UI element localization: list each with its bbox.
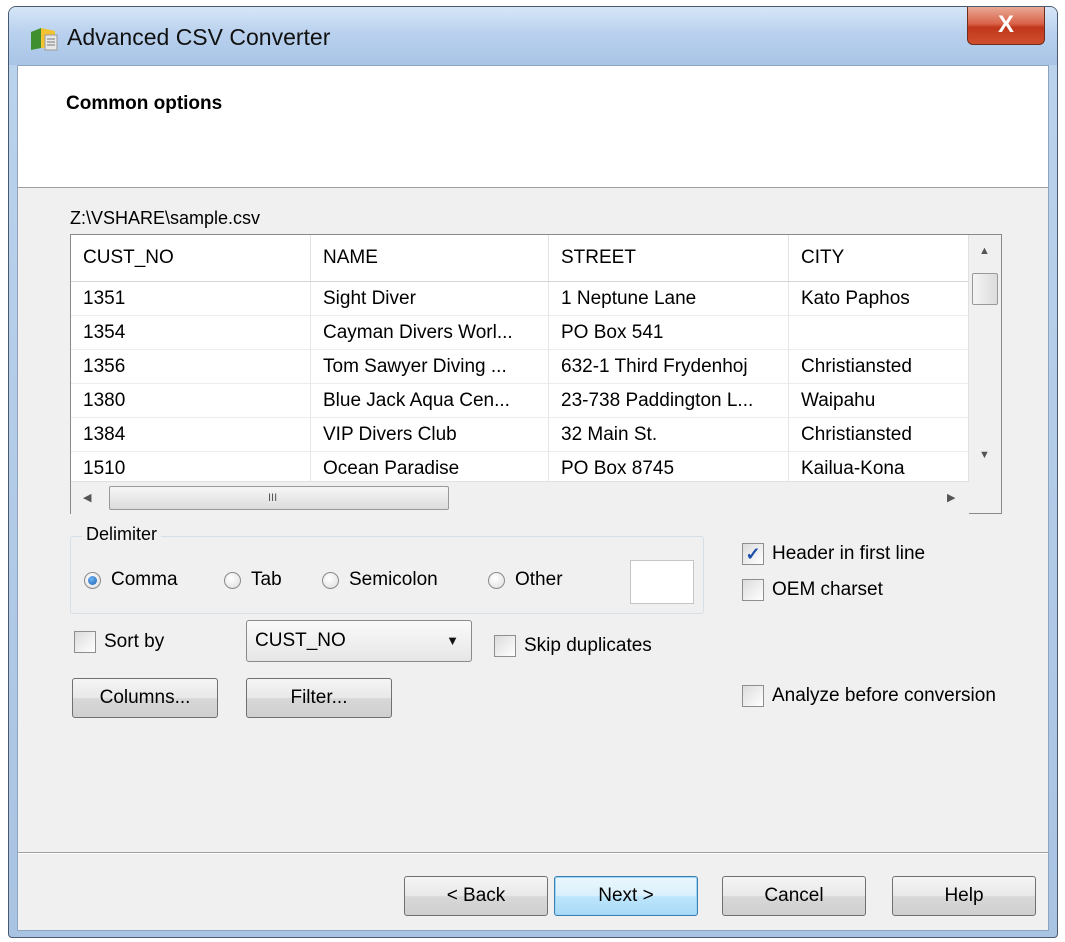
analyze-label: Analyze before conversion <box>772 685 996 706</box>
radio-semicolon-label: Semicolon <box>349 569 438 590</box>
sort-by-checkbox[interactable]: Sort by <box>74 628 164 656</box>
radio-comma[interactable]: Comma <box>84 566 178 594</box>
columns-button[interactable]: Columns... <box>72 678 218 718</box>
radio-comma-label: Comma <box>111 569 178 590</box>
radio-tab-label: Tab <box>251 569 282 590</box>
table-row[interactable]: 1384 VIP Divers Club 32 Main St. Christi… <box>71 418 969 452</box>
title-bar[interactable]: Advanced CSV Converter X <box>9 7 1057 65</box>
cell-name[interactable]: Blue Jack Aqua Cen... <box>311 384 549 418</box>
analyze-checkbox[interactable]: Analyze before conversion <box>742 682 996 710</box>
cell-street[interactable]: 632-1 Third Frydenhoj <box>549 350 789 384</box>
cell-city[interactable]: Kato Paphos <box>789 282 969 316</box>
sort-by-value: CUST_NO <box>255 630 346 651</box>
radio-selected-icon[interactable] <box>84 571 101 589</box>
radio-semicolon[interactable]: Semicolon <box>322 566 438 594</box>
table-row[interactable]: 1354 Cayman Divers Worl... PO Box 541 <box>71 316 969 350</box>
skip-duplicates-checkbox[interactable]: Skip duplicates <box>494 632 652 660</box>
cell-street[interactable]: 23-738 Paddington L... <box>549 384 789 418</box>
header-panel: Common options <box>18 66 1048 188</box>
scroll-up-arrow-icon[interactable]: ▲ <box>979 245 990 257</box>
cell-cust-no[interactable]: 1354 <box>71 316 311 350</box>
cell-name[interactable]: VIP Divers Club <box>311 418 549 452</box>
header-first-line-checkbox[interactable]: ✓ Header in first line <box>742 540 925 568</box>
cell-cust-no[interactable]: 1351 <box>71 282 311 316</box>
cell-city[interactable]: Waipahu <box>789 384 969 418</box>
dialog-body: Common options Z:\VSHARE\sample.csv CUST… <box>17 65 1049 931</box>
skip-duplicates-label: Skip duplicates <box>524 635 652 656</box>
checkbox-icon[interactable] <box>74 631 96 653</box>
grid-header: CUST_NO NAME STREET CITY <box>71 235 969 282</box>
footer-divider <box>18 852 1048 854</box>
cell-city[interactable]: Kailua-Kona <box>789 452 969 482</box>
cell-cust-no[interactable]: 1510 <box>71 452 311 482</box>
vertical-scroll-thumb[interactable] <box>972 273 998 305</box>
horizontal-scroll-thumb[interactable]: III <box>109 486 449 510</box>
sort-by-select[interactable]: CUST_NO ▼ <box>246 620 472 662</box>
radio-other-label: Other <box>515 569 563 590</box>
horizontal-scrollbar[interactable]: ◀ III ▶ <box>71 481 969 514</box>
radio-icon[interactable] <box>224 571 241 589</box>
column-header-cust-no[interactable]: CUST_NO <box>71 235 311 281</box>
scroll-grip: III <box>268 492 278 504</box>
app-window: Advanced CSV Converter X Common options … <box>8 6 1058 938</box>
grid-rows: 1351 Sight Diver 1 Neptune Lane Kato Pap… <box>71 282 969 482</box>
checkbox-icon[interactable] <box>742 579 764 601</box>
help-button[interactable]: Help <box>892 876 1036 916</box>
window-title: Advanced CSV Converter <box>67 24 331 50</box>
cell-cust-no[interactable]: 1384 <box>71 418 311 452</box>
column-header-city[interactable]: CITY <box>789 235 969 281</box>
checkbox-icon[interactable] <box>494 635 516 657</box>
sort-by-label: Sort by <box>104 631 165 652</box>
filter-button[interactable]: Filter... <box>246 678 392 718</box>
cell-name[interactable]: Sight Diver <box>311 282 549 316</box>
next-button[interactable]: Next > <box>554 876 698 916</box>
scroll-left-arrow-icon[interactable]: ◀ <box>83 491 91 504</box>
cell-street[interactable]: 32 Main St. <box>549 418 789 452</box>
cell-cust-no[interactable]: 1380 <box>71 384 311 418</box>
scroll-corner <box>969 481 1001 513</box>
chevron-down-icon[interactable]: ▼ <box>446 621 459 661</box>
table-row[interactable]: 1351 Sight Diver 1 Neptune Lane Kato Pap… <box>71 282 969 316</box>
cell-city[interactable]: Christiansted <box>789 418 969 452</box>
page-title: Common options <box>66 93 223 114</box>
cell-city[interactable]: Christiansted <box>789 350 969 384</box>
close-icon[interactable]: X <box>998 11 1014 38</box>
cell-city[interactable] <box>789 316 969 350</box>
radio-tab[interactable]: Tab <box>224 566 282 594</box>
back-button[interactable]: < Back <box>404 876 548 916</box>
cell-name[interactable]: Tom Sawyer Diving ... <box>311 350 549 384</box>
cell-street[interactable]: PO Box 8745 <box>549 452 789 482</box>
checkbox-icon[interactable] <box>742 685 764 707</box>
cell-cust-no[interactable]: 1356 <box>71 350 311 384</box>
column-header-street[interactable]: STREET <box>549 235 789 281</box>
radio-other[interactable]: Other <box>488 566 563 594</box>
radio-icon[interactable] <box>488 571 505 589</box>
oem-charset-checkbox[interactable]: OEM charset <box>742 576 883 604</box>
scroll-right-arrow-icon[interactable]: ▶ <box>947 491 955 504</box>
file-path-label: Z:\VSHARE\sample.csv <box>70 208 261 228</box>
table-row[interactable]: 1356 Tom Sawyer Diving ... 632-1 Third F… <box>71 350 969 384</box>
cell-street[interactable]: PO Box 541 <box>549 316 789 350</box>
vertical-scrollbar[interactable]: ▲ ▼ <box>968 235 1001 481</box>
cancel-button[interactable]: Cancel <box>722 876 866 916</box>
scroll-down-arrow-icon[interactable]: ▼ <box>979 449 990 461</box>
oem-charset-label: OEM charset <box>772 579 883 600</box>
cell-street[interactable]: 1 Neptune Lane <box>549 282 789 316</box>
preview-grid[interactable]: CUST_NO NAME STREET CITY 1351 Sight Dive… <box>70 234 1002 514</box>
delimiter-group-label: Delimiter <box>82 524 162 545</box>
header-first-line-label: Header in first line <box>772 543 926 564</box>
app-icon <box>31 28 58 51</box>
checkbox-checked-icon[interactable]: ✓ <box>742 543 764 565</box>
cell-name[interactable]: Cayman Divers Worl... <box>311 316 549 350</box>
close-button[interactable]: X <box>967 7 1045 45</box>
column-header-name[interactable]: NAME <box>311 235 549 281</box>
table-row[interactable]: 1380 Blue Jack Aqua Cen... 23-738 Paddin… <box>71 384 969 418</box>
other-delimiter-input[interactable] <box>630 560 694 604</box>
table-row[interactable]: 1510 Ocean Paradise PO Box 8745 Kailua-K… <box>71 452 969 482</box>
radio-icon[interactable] <box>322 571 339 589</box>
cell-name[interactable]: Ocean Paradise <box>311 452 549 482</box>
